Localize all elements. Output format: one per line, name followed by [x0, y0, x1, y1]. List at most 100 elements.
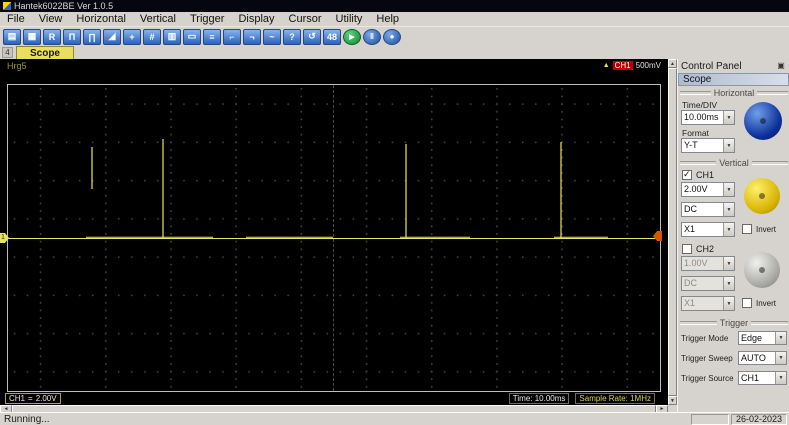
menu-vertical[interactable]: Vertical [133, 12, 183, 27]
vertical-section-label: Vertical [680, 158, 788, 168]
menu-view[interactable]: View [32, 12, 70, 27]
format-value: Y-T [684, 140, 698, 150]
title-bar: Hantek6022BE Ver 1.0.5 [0, 0, 789, 12]
horizontal-position-knob[interactable] [744, 102, 782, 140]
ch2-position-knob[interactable] [744, 252, 780, 288]
chevron-down-icon[interactable] [723, 139, 734, 152]
ramp-wave-icon[interactable]: ◢ [103, 28, 121, 45]
open-icon[interactable]: ▤ [3, 28, 21, 45]
time-div-label: Time/DIV [682, 100, 718, 110]
dock-corner-icon[interactable]: 4 [2, 47, 13, 58]
ch2-label: CH2 [696, 244, 715, 254]
control-panel-body: Horizontal Time/DIV 10.00ms Format Y-T V… [678, 86, 789, 412]
chevron-down-icon[interactable] [775, 372, 786, 384]
scroll-up-icon[interactable] [668, 59, 677, 68]
trigger-source-label: Trigger Source [681, 374, 734, 383]
rising-edge-icon[interactable]: ⌐ [223, 28, 241, 45]
ch1-volts-value: 2.00V [684, 184, 708, 194]
chevron-down-icon[interactable] [723, 183, 734, 196]
trigger-sweep-select[interactable]: AUTO [738, 351, 787, 365]
app-icon [3, 2, 11, 10]
vertical-scrollbar[interactable] [668, 59, 677, 405]
ch1-invert-row[interactable]: Invert [742, 224, 776, 234]
control-panel-titlebar: Control Panel [678, 59, 789, 73]
record-icon[interactable]: ● [383, 28, 401, 45]
ch1-probe-select[interactable]: X1 [681, 222, 735, 237]
menu-utility[interactable]: Utility [329, 12, 370, 27]
control-panel: Control Panel Scope Horizontal Time/DIV … [677, 59, 789, 412]
falling-edge-icon[interactable]: ¬ [243, 28, 261, 45]
start-icon[interactable]: ▶ [343, 28, 361, 45]
square-wave-icon[interactable]: Π [63, 28, 81, 45]
format-select[interactable]: Y-T [681, 138, 735, 153]
time-div-select[interactable]: 10.00ms [681, 110, 735, 125]
scroll-down-icon[interactable] [668, 396, 677, 405]
horizontal-section-label: Horizontal [680, 88, 788, 98]
chevron-down-icon[interactable] [775, 332, 786, 344]
trigger-mode-select[interactable]: Edge [738, 331, 787, 345]
app-window: Hantek6022BE Ver 1.0.5 File View Horizonta… [0, 0, 789, 425]
pause-icon[interactable]: ‖ [363, 28, 381, 45]
ch1-position-knob[interactable] [744, 178, 780, 214]
grid-icon[interactable]: # [143, 28, 161, 45]
horizontal-section-text: Horizontal [713, 88, 755, 98]
ch1-checkbox[interactable] [682, 169, 692, 180]
ch2-volts-select[interactable]: 1.00V [681, 256, 735, 271]
scope-caption-text: Hrg5 [7, 60, 27, 71]
ch1-coupling-value: DC [684, 204, 697, 214]
ch2-invert-checkbox[interactable] [742, 298, 752, 308]
pin-icon[interactable] [776, 61, 786, 71]
digital-display-icon[interactable]: 48 [323, 28, 341, 45]
ch2-invert-row[interactable]: Invert [742, 298, 776, 308]
time-readout: Time: 10.00ms [508, 393, 570, 404]
refresh-icon[interactable]: ↺ [303, 28, 321, 45]
chevron-down-icon[interactable] [723, 203, 734, 216]
cursor-measure-icon[interactable]: + [123, 28, 141, 45]
vertical-scroll-thumb[interactable] [668, 68, 677, 396]
tab-scope-label: Scope [29, 47, 60, 59]
menu-display[interactable]: Display [231, 12, 281, 27]
ch1-invert-checkbox[interactable] [742, 224, 752, 234]
chevron-down-icon[interactable] [723, 297, 734, 310]
save-icon[interactable]: ▦ [23, 28, 41, 45]
menu-cursor[interactable]: Cursor [282, 12, 329, 27]
ch1-coupling-select[interactable]: DC [681, 202, 735, 217]
chevron-down-icon[interactable] [723, 277, 734, 290]
menu-help[interactable]: Help [369, 12, 406, 27]
ch2-probe-value: X1 [684, 298, 696, 308]
menu-file[interactable]: File [0, 12, 32, 27]
trigger-arrow-icon: ▲ [602, 62, 610, 69]
toolbar: ▤ ▦ R Π ∏ ◢ + # ▥ ▭ ≡ ⌐ ¬ ~? ↺ 48 ▶ ‖ ● [0, 27, 789, 46]
chevron-down-icon[interactable] [775, 352, 786, 364]
scope-bottom-right: Time: 10.00ms Sample Rate: 1MHz [508, 393, 655, 404]
pulse-wave-icon[interactable]: ∏ [83, 28, 101, 45]
menu-trigger[interactable]: Trigger [183, 12, 231, 27]
waveform-list-icon[interactable]: ≡ [203, 28, 221, 45]
scope-status-row: CH1 = 2.00V Time: 10.00ms Sample Rate: 1… [0, 392, 668, 405]
ch2-enable-row[interactable]: CH2 [682, 244, 714, 254]
vertical-bars-icon[interactable]: ▥ [163, 28, 181, 45]
trigger-source-select[interactable]: CH1 [738, 371, 787, 385]
help-icon[interactable]: ? [283, 28, 301, 45]
tab-bar: 4 Scope [0, 46, 789, 59]
chevron-down-icon[interactable] [723, 257, 734, 270]
tab-scope[interactable]: Scope [16, 46, 74, 59]
window-title: Hantek6022BE Ver 1.0.5 [14, 1, 114, 11]
ch1-enable-row[interactable]: CH1 [682, 169, 714, 180]
ch2-probe-select[interactable]: X1 [681, 296, 735, 311]
ch2-coupling-select[interactable]: DC [681, 276, 735, 291]
ch1-probe-value: X1 [684, 224, 696, 234]
sine-wave-icon[interactable]: ~ [263, 28, 281, 45]
panel-toggle-icon[interactable]: ▭ [183, 28, 201, 45]
scope-screen [7, 84, 661, 392]
trigger-source-value: CH1 [741, 373, 760, 383]
ch1-volts-select[interactable]: 2.00V [681, 182, 735, 197]
sample-rate-readout: Sample Rate: 1MHz [575, 393, 655, 404]
chevron-down-icon[interactable] [723, 111, 734, 124]
menu-horizontal[interactable]: Horizontal [69, 12, 133, 27]
autoset-icon[interactable]: R [43, 28, 61, 45]
ch2-checkbox[interactable] [682, 244, 692, 254]
vertical-section-text: Vertical [719, 158, 749, 168]
menu-bar: File View Horizontal Vertical Trigger Display… [0, 12, 789, 27]
chevron-down-icon[interactable] [723, 223, 734, 236]
